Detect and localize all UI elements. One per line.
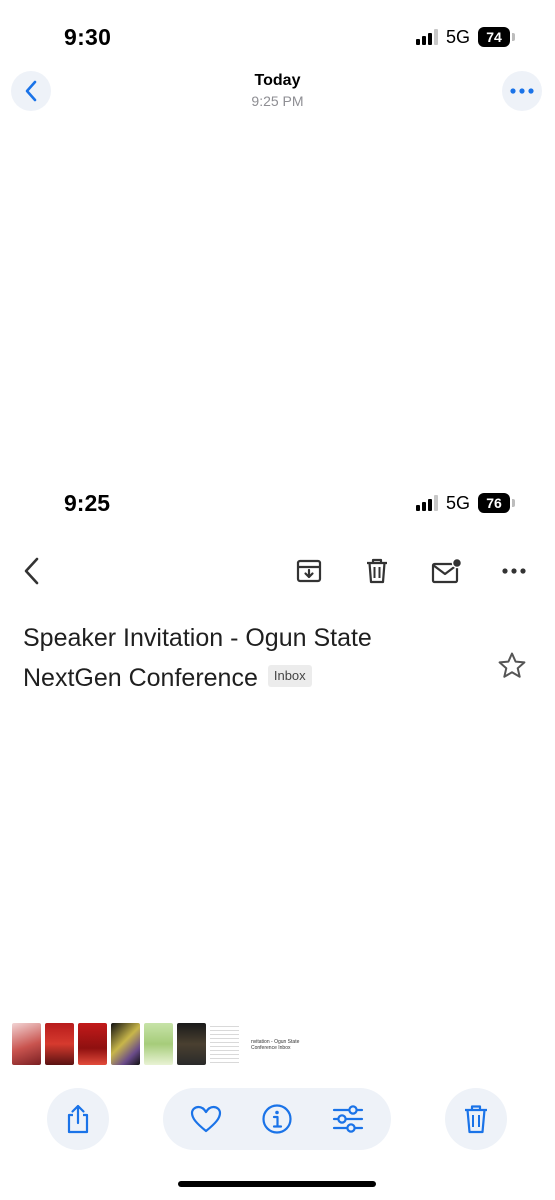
signal-icon <box>415 29 438 45</box>
thumbnail-current-text: nvitation - Ogun State Conference Inbox <box>251 1039 300 1051</box>
adjust-icon <box>332 1105 364 1133</box>
thumbnail[interactable] <box>111 1023 140 1065</box>
inbox-label-chip[interactable]: Inbox <box>267 665 312 688</box>
delete-icon <box>465 1105 487 1134</box>
more-button[interactable] <box>502 71 542 111</box>
status-indicators: 5G 74 <box>415 26 515 48</box>
viewer-header: Today 9:25 PM <box>0 66 555 118</box>
bottom-toolbar <box>0 1088 555 1154</box>
share-icon <box>67 1104 89 1134</box>
screenshot-status-bar: 9:25 5G 76 <box>0 478 555 524</box>
mark-unread-icon <box>431 557 462 584</box>
mark-unread-button[interactable] <box>429 554 463 588</box>
thumbnail[interactable] <box>78 1023 107 1065</box>
signal-icon <box>415 495 438 511</box>
archive-icon <box>296 559 322 583</box>
status-time: 9:30 <box>64 24 112 50</box>
viewer-title: Today <box>254 72 301 89</box>
action-group <box>163 1088 391 1150</box>
favorite-button[interactable] <box>190 1103 222 1135</box>
home-indicator[interactable] <box>178 1181 376 1187</box>
back-icon <box>24 557 39 585</box>
thumbnail-strip[interactable]: nvitation - Ogun State Conference Inbox <box>12 1022 309 1066</box>
delete-mail-button[interactable] <box>360 554 394 588</box>
battery-level: 74 <box>478 27 510 47</box>
delete-button[interactable] <box>445 1088 507 1150</box>
more-icon <box>502 568 526 574</box>
thumbnail[interactable] <box>144 1023 173 1065</box>
info-icon <box>262 1104 292 1134</box>
mail-more-button[interactable] <box>497 554 531 588</box>
screenshot-status-indicators: 5G 76 <box>415 492 515 514</box>
archive-button[interactable] <box>292 554 326 588</box>
star-button[interactable] <box>496 650 528 682</box>
subject-line-2: NextGen Conference <box>23 664 258 692</box>
viewer-subtitle: 9:25 PM <box>251 93 304 109</box>
screenshot-network-type: 5G <box>445 492 470 513</box>
battery-icon: 76 <box>478 493 515 513</box>
thumbnail[interactable] <box>12 1023 41 1065</box>
star-icon <box>498 652 526 678</box>
status-bar: 9:30 5G 74 <box>0 0 555 70</box>
battery-icon: 74 <box>478 27 515 47</box>
screenshot-battery-level: 76 <box>478 493 510 513</box>
more-icon <box>510 88 534 94</box>
screenshot-status-time: 9:25 <box>64 490 111 516</box>
thumbnail[interactable] <box>210 1023 239 1065</box>
info-button[interactable] <box>261 1103 293 1135</box>
trash-icon <box>367 558 387 584</box>
thumbnail[interactable] <box>177 1023 206 1065</box>
thumbnail-current[interactable]: nvitation - Ogun State Conference Inbox <box>251 1023 309 1065</box>
thumbnail[interactable] <box>45 1023 74 1065</box>
mail-toolbar <box>0 548 555 594</box>
adjust-button[interactable] <box>332 1103 364 1135</box>
favorite-icon <box>190 1105 222 1133</box>
email-subject: Speaker Invitation - Ogun State NextGen … <box>23 618 473 698</box>
subject-line-1: Speaker Invitation - Ogun State <box>23 624 372 652</box>
share-button[interactable] <box>47 1088 109 1150</box>
mail-back-button[interactable] <box>14 554 48 588</box>
network-type: 5G <box>445 26 470 47</box>
